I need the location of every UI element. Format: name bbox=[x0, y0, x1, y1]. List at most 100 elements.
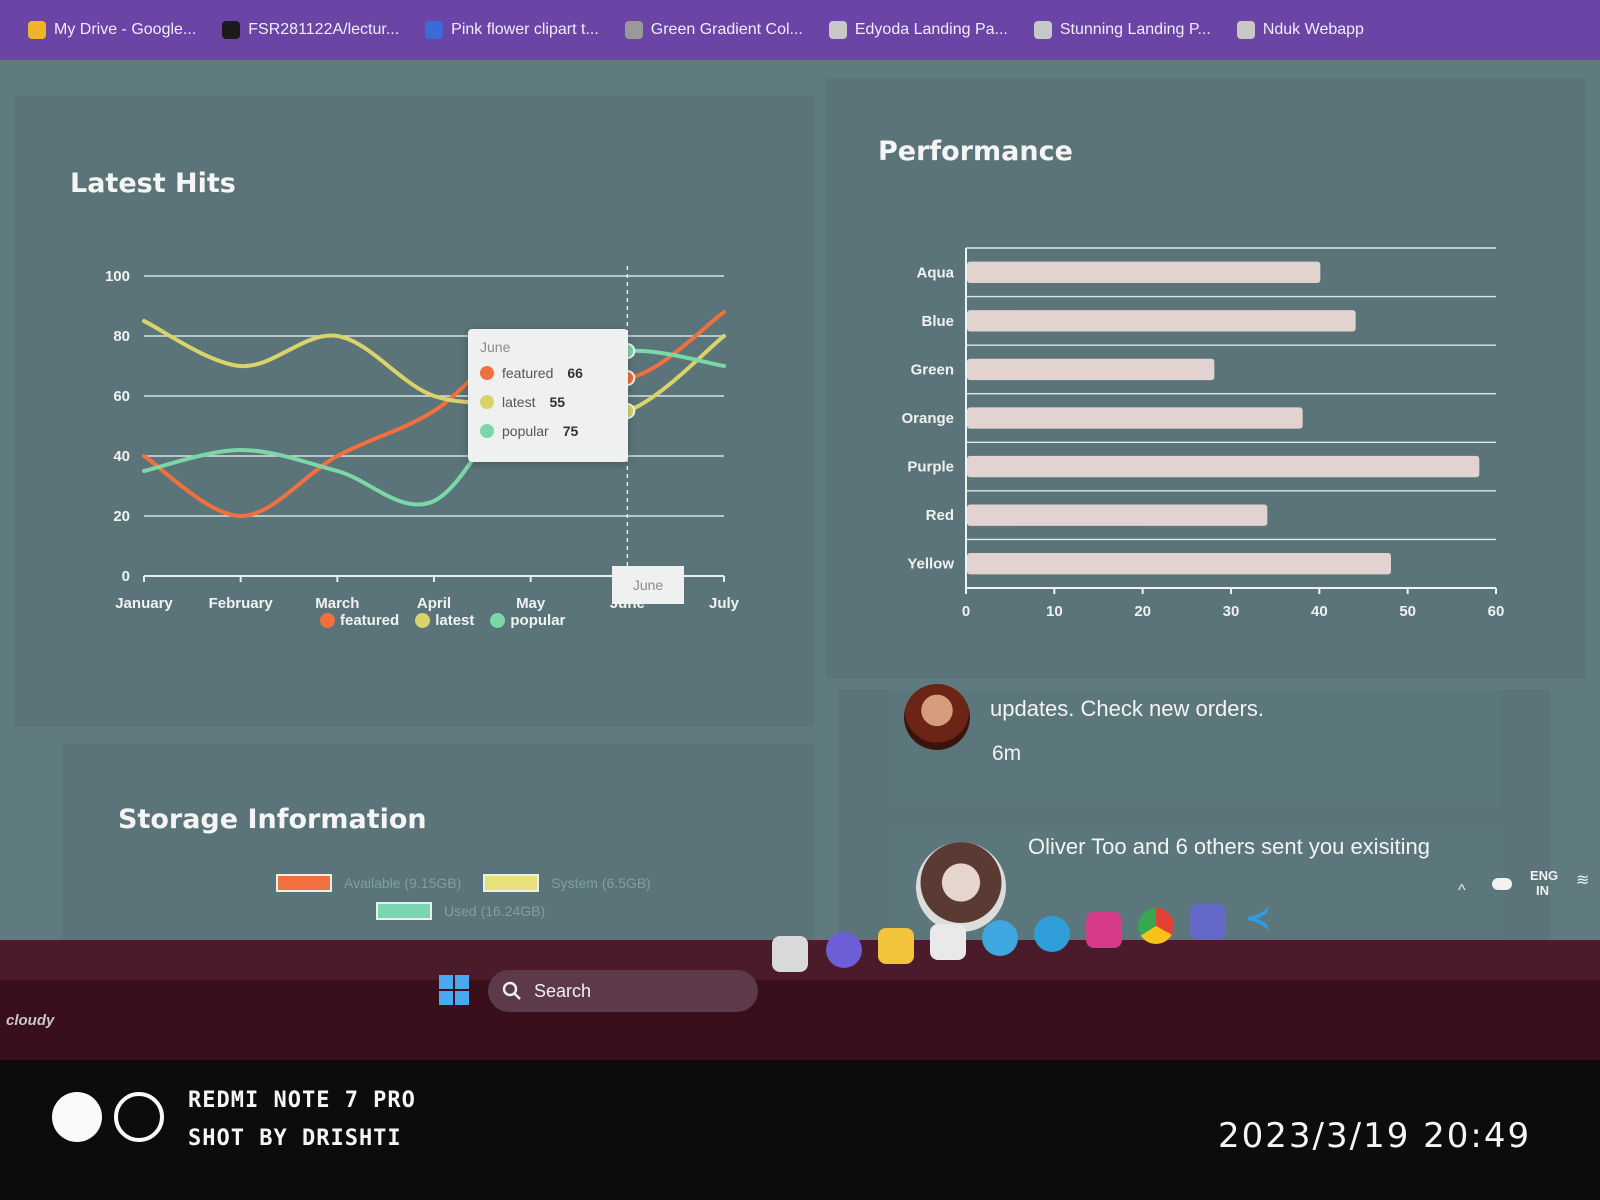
y-tick-label: 100 bbox=[105, 268, 130, 285]
figma-icon bbox=[828, 21, 847, 39]
y-category-label: Red bbox=[926, 507, 954, 524]
y-tick-label: 80 bbox=[113, 328, 130, 345]
storage-legend-row: Available (9.15GB) System (6.5GB) bbox=[276, 874, 651, 892]
x-tick-label: 30 bbox=[1223, 603, 1240, 620]
y-tick-label: 20 bbox=[113, 508, 130, 525]
bookmark-label: FSR281122A/lectur... bbox=[248, 21, 400, 38]
series-line-latest bbox=[142, 319, 726, 417]
taskbar: Search ≺ ^ ENG IN ≋ bbox=[0, 868, 1600, 1060]
tooltip-value: 75 bbox=[562, 423, 579, 439]
wifi-icon[interactable]: ≋ bbox=[1576, 870, 1589, 890]
y-category-label: Green bbox=[911, 361, 954, 378]
lang-top: ENG bbox=[1530, 868, 1559, 883]
notification-text: Oliver Too and 6 others sent you exisiti… bbox=[1028, 834, 1430, 859]
bookmark-item[interactable]: Nduk Webapp bbox=[1236, 21, 1364, 39]
storage-system-label: System (6.5GB) bbox=[551, 875, 651, 891]
x-tick-label: 40 bbox=[1311, 603, 1328, 620]
legend-label: latest bbox=[435, 612, 475, 629]
instagram-icon[interactable] bbox=[1086, 912, 1122, 948]
watermark-credit: SHOT BY DRISHTI bbox=[188, 1126, 402, 1151]
latest-dot-icon bbox=[415, 613, 431, 628]
storage-legend-row: Used (16.24GB) bbox=[376, 902, 651, 920]
bookmark-label: My Drive - Google... bbox=[54, 21, 197, 38]
search-label: Search bbox=[534, 980, 592, 1001]
bookmark-item[interactable]: Edyoda Landing Pa... bbox=[828, 21, 1008, 39]
tooltip-value: 66 bbox=[567, 365, 583, 381]
chrome-icon[interactable] bbox=[1138, 908, 1174, 944]
edge-icon[interactable] bbox=[1034, 916, 1070, 952]
figma-icon bbox=[1033, 21, 1052, 39]
legend-popular[interactable]: popular bbox=[490, 612, 565, 629]
search-icon bbox=[502, 981, 521, 1000]
storage-used-label: Used (16.24GB) bbox=[444, 903, 546, 919]
onedrive-icon[interactable] bbox=[1492, 878, 1512, 890]
bookmark-label: Stunning Landing P... bbox=[1059, 21, 1211, 38]
chat-icon[interactable] bbox=[826, 932, 862, 968]
y-tick-label: 40 bbox=[113, 448, 130, 465]
featured-dot-icon bbox=[480, 366, 494, 380]
bar-blue bbox=[967, 310, 1356, 332]
notification-time: 6m bbox=[992, 742, 1022, 765]
x-tick-label: January bbox=[115, 595, 173, 612]
tooltip-label: latest bbox=[502, 394, 536, 410]
taskbar-search[interactable]: Search bbox=[488, 970, 758, 1012]
y-tick-label: 60 bbox=[113, 388, 130, 405]
latest-hits-line-chart: 0 20 40 60 80 100 January February March April May… bbox=[105, 266, 740, 612]
task-view-icon[interactable] bbox=[772, 936, 808, 972]
bookmark-item[interactable]: FSR281122A/lectur... bbox=[222, 21, 399, 39]
tooltip-row-popular: popular 75 bbox=[480, 423, 616, 439]
watermark-ring-dot-icon bbox=[114, 1092, 164, 1142]
chevron-up-icon[interactable]: ^ bbox=[1458, 882, 1466, 900]
legend-label: popular bbox=[510, 612, 566, 629]
file-explorer-icon[interactable] bbox=[878, 928, 914, 964]
tooltip-value: 55 bbox=[549, 394, 566, 410]
y-category-label: Orange bbox=[901, 410, 954, 427]
tooltip-row-featured: featured 66 bbox=[480, 365, 616, 381]
watermark-datetime: 2023/3/19 20:49 bbox=[1218, 1116, 1532, 1156]
hovered-x-label: June bbox=[612, 566, 684, 604]
avatar bbox=[904, 684, 970, 750]
storage-title: Storage Information bbox=[118, 804, 427, 835]
notification-item[interactable]: updates. Check new orders. 6m bbox=[890, 684, 1500, 808]
avatar bbox=[916, 842, 1006, 932]
bookmark-item[interactable]: Green Gradient Col... bbox=[624, 21, 803, 39]
bookmark-label: Green Gradient Col... bbox=[650, 21, 803, 38]
legend-featured[interactable]: featured bbox=[320, 612, 399, 629]
weather-text: cloudy bbox=[6, 1012, 55, 1029]
storage-available-label: Available (9.15GB) bbox=[344, 875, 462, 891]
weather-app-icon[interactable] bbox=[982, 920, 1018, 956]
x-tick-label: July bbox=[709, 595, 740, 612]
vscode-icon[interactable]: ≺ bbox=[1240, 900, 1276, 936]
windows-start-icon[interactable] bbox=[436, 972, 472, 1008]
line-chart-legend: featured latest popular bbox=[320, 612, 565, 629]
store-icon[interactable] bbox=[930, 924, 966, 960]
watermark-filled-dot-icon bbox=[52, 1092, 102, 1142]
tooltip-label: popular bbox=[502, 423, 549, 439]
popular-dot-icon bbox=[490, 613, 506, 628]
bookmark-item[interactable]: Pink flower clipart t... bbox=[425, 21, 599, 39]
bar-green bbox=[967, 358, 1215, 381]
bookmark-label: Edyoda Landing Pa... bbox=[854, 21, 1008, 38]
available-swatch-icon bbox=[276, 874, 332, 892]
storage-legend: Available (9.15GB) System (6.5GB) Used (… bbox=[276, 874, 651, 920]
bar-red bbox=[967, 504, 1268, 526]
bookmark-icon bbox=[624, 21, 643, 39]
x-tick-label: March bbox=[315, 595, 359, 612]
tooltip-label: featured bbox=[502, 365, 554, 381]
bookmark-item[interactable]: Stunning Landing P... bbox=[1033, 21, 1211, 39]
bookmark-item[interactable]: My Drive - Google... bbox=[28, 21, 196, 39]
performance-panel: Performance Aqua Blue Green Orange Purple Red… bbox=[826, 78, 1586, 678]
figma-icon bbox=[1236, 21, 1255, 39]
storage-panel: Storage Information Available (9.15GB) S… bbox=[62, 744, 814, 964]
bar-yellow bbox=[967, 553, 1391, 575]
language-indicator[interactable]: ENG IN bbox=[1530, 868, 1558, 898]
featured-dot-icon bbox=[320, 613, 335, 628]
latest-dot-icon bbox=[480, 395, 494, 409]
legend-latest[interactable]: latest bbox=[415, 612, 474, 629]
bookmark-icon bbox=[425, 21, 444, 39]
teams-icon[interactable] bbox=[1190, 904, 1226, 940]
monitor-screen: My Drive - Google... FSR281122A/lectur...… bbox=[0, 0, 1600, 1060]
bar-aqua bbox=[967, 261, 1321, 283]
notification-text: updates. Check new orders. bbox=[990, 696, 1264, 721]
legend-label: featured bbox=[340, 612, 400, 629]
